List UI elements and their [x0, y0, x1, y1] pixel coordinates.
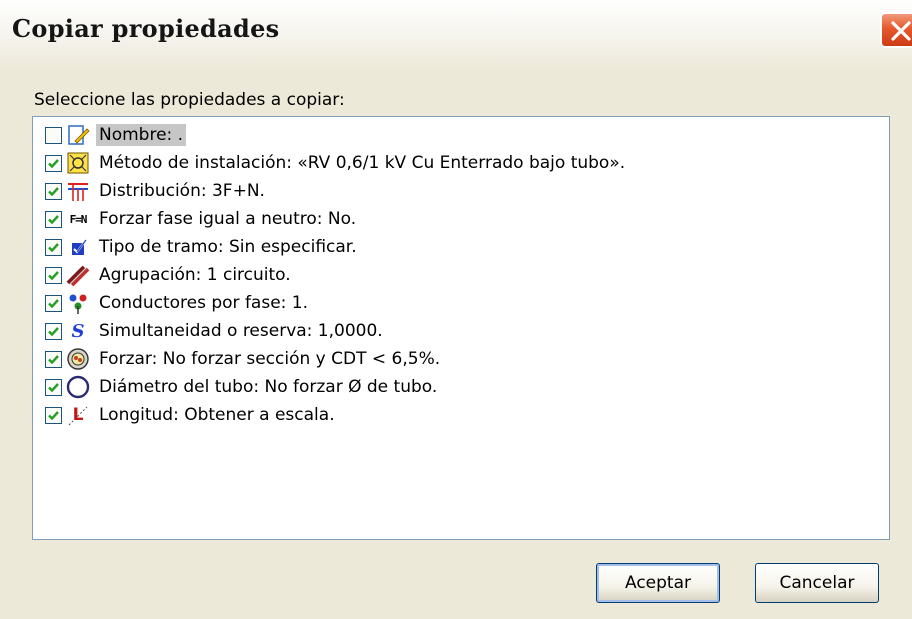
property-checkbox[interactable] — [45, 182, 62, 200]
property-item-fase-neutro[interactable]: F=N Forzar fase igual a neutro: No. — [45, 205, 359, 233]
close-button[interactable] — [880, 12, 912, 48]
tube-diameter-icon — [66, 375, 90, 399]
property-checkbox[interactable] — [45, 238, 62, 256]
window-title: Copiar propiedades — [12, 14, 280, 43]
property-checkbox[interactable] — [45, 126, 62, 144]
property-checkbox[interactable] — [45, 322, 62, 340]
length-icon: L — [66, 403, 90, 427]
property-item-simultaneidad[interactable]: S Simultaneidad o reserva: 1,0000. — [45, 317, 386, 345]
property-checkbox[interactable] — [45, 210, 62, 228]
property-label: Forzar: No forzar sección y CDT < 6,5%. — [99, 349, 441, 369]
property-label: Distribución: 3F+N. — [99, 181, 265, 201]
property-label: Longitud: Obtener a escala. — [99, 405, 335, 425]
property-item-distribucion[interactable]: Distribución: 3F+N. — [45, 177, 268, 205]
property-label: Conductores por fase: 1. — [99, 293, 309, 313]
section-type-icon — [66, 235, 90, 259]
property-item-longitud[interactable]: L Longitud: Obtener a escala. — [45, 401, 338, 429]
title-bar[interactable]: Copiar propiedades — [0, 0, 912, 70]
property-label: Nombre: . — [96, 124, 187, 146]
distribution-icon — [66, 179, 90, 203]
length-glyph: L — [72, 405, 84, 425]
property-label: Tipo de tramo: Sin especificar. — [99, 237, 357, 257]
installation-method-icon — [66, 151, 90, 175]
properties-list[interactable]: Nombre: . Método de instalación: «RV 0,6… — [32, 116, 890, 540]
property-checkbox[interactable] — [45, 294, 62, 312]
property-item-diametro[interactable]: Diámetro del tubo: No forzar Ø de tubo. — [45, 373, 440, 401]
grouping-icon — [66, 263, 90, 287]
property-checkbox[interactable] — [45, 350, 62, 368]
property-label: Agrupación: 1 circuito. — [99, 265, 291, 285]
property-checkbox[interactable] — [45, 378, 62, 396]
name-icon — [66, 123, 90, 147]
cancel-button[interactable]: Cancelar — [755, 563, 879, 603]
force-section-icon — [66, 347, 90, 371]
phase-neutral-icon: F=N — [69, 212, 88, 226]
property-checkbox[interactable] — [45, 154, 62, 172]
property-checkbox[interactable] — [45, 266, 62, 284]
property-item-agrupacion[interactable]: Agrupación: 1 circuito. — [45, 261, 294, 289]
property-label: Simultaneidad o reserva: 1,0000. — [99, 321, 383, 341]
instructions-label: Seleccione las propiedades a copiar: — [34, 90, 345, 110]
property-label: Forzar fase igual a neutro: No. — [99, 209, 357, 229]
property-label: Método de instalación: «RV 0,6/1 kV Cu E… — [99, 153, 626, 173]
property-item-nombre[interactable]: Nombre: . — [45, 121, 187, 149]
property-item-conductores[interactable]: Conductores por fase: 1. — [45, 289, 311, 317]
accept-button[interactable]: Aceptar — [596, 563, 720, 603]
property-item-metodo-instalacion[interactable]: Método de instalación: «RV 0,6/1 kV Cu E… — [45, 149, 628, 177]
property-item-tipo-tramo[interactable]: Tipo de tramo: Sin especificar. — [45, 233, 360, 261]
property-checkbox[interactable] — [45, 406, 62, 424]
conductors-icon — [66, 291, 90, 315]
property-label: Diámetro del tubo: No forzar Ø de tubo. — [99, 377, 438, 397]
simultaneity-icon: S — [71, 320, 85, 342]
property-item-forzar[interactable]: Forzar: No forzar sección y CDT < 6,5%. — [45, 345, 443, 373]
copy-properties-dialog: Copiar propiedades Seleccione las propie… — [0, 0, 912, 619]
